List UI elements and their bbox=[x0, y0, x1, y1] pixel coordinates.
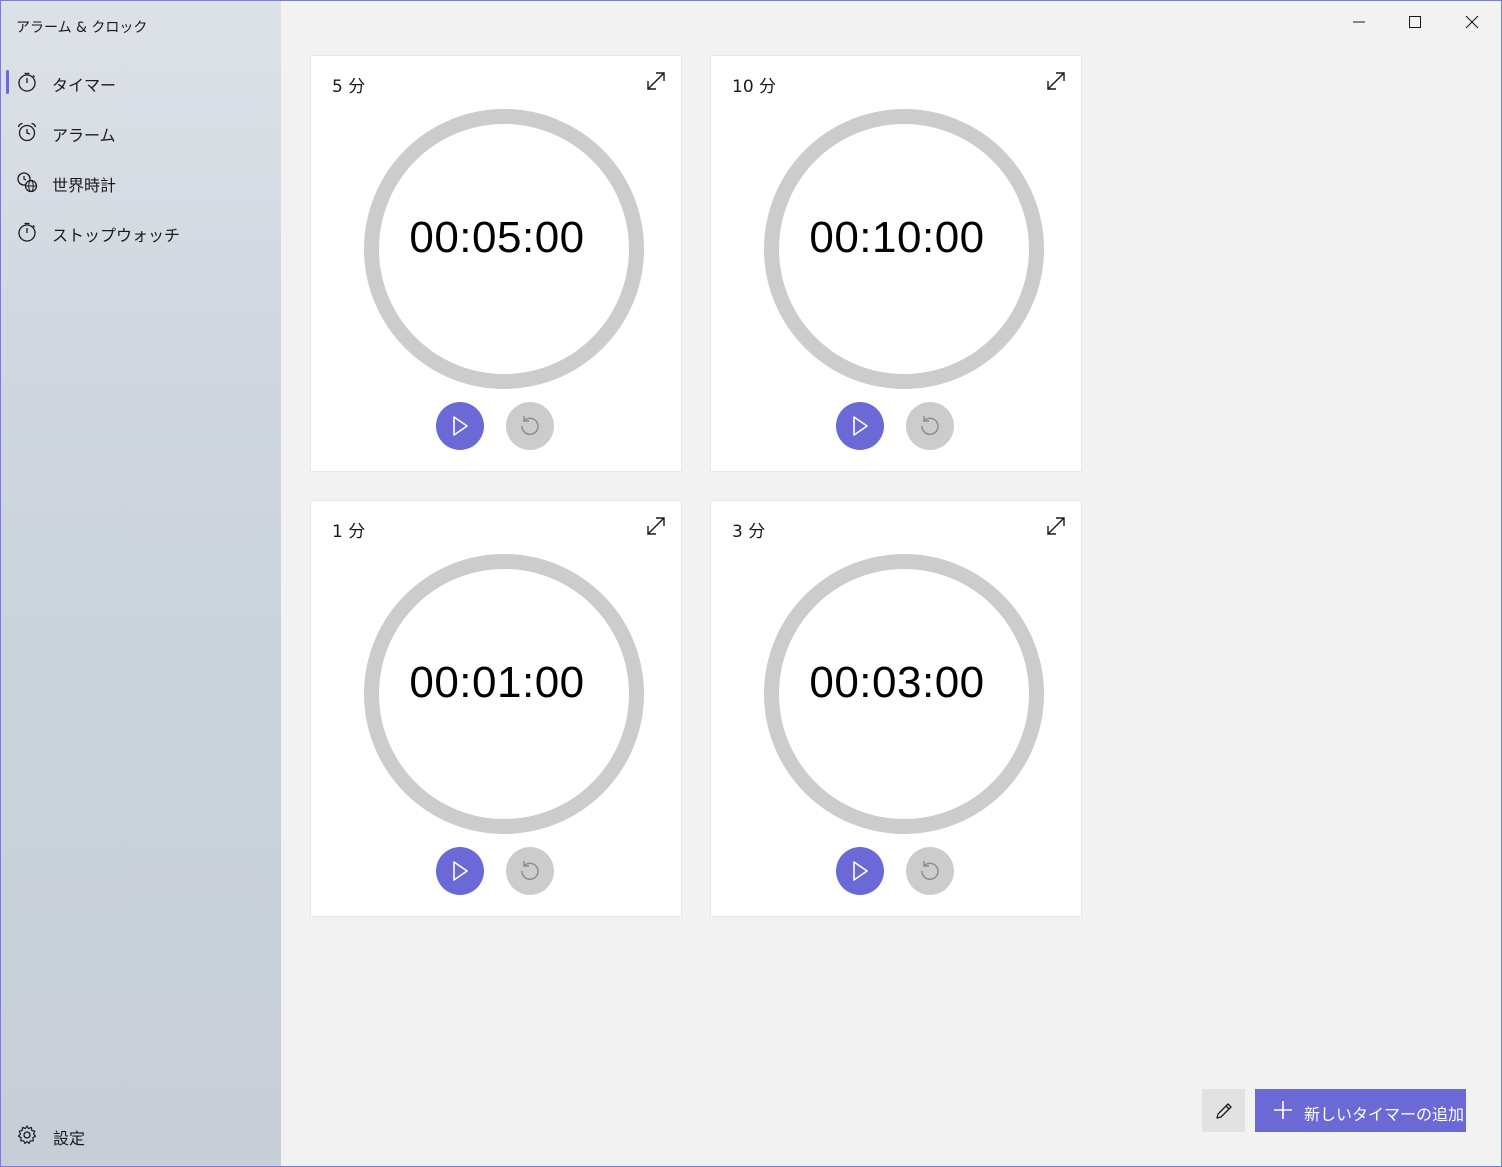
timer-name: 10 分 bbox=[732, 77, 777, 97]
play-button[interactable] bbox=[436, 847, 484, 895]
sidebar-item-label: アラーム bbox=[52, 126, 116, 145]
settings-label: 設定 bbox=[53, 1129, 86, 1148]
play-icon bbox=[453, 861, 468, 881]
timer-name: 3 分 bbox=[732, 522, 766, 542]
settings-button[interactable]: 設定 bbox=[1, 1120, 281, 1150]
gear-icon bbox=[17, 1125, 37, 1145]
expand-icon[interactable] bbox=[643, 68, 669, 94]
reset-button[interactable] bbox=[506, 402, 554, 450]
add-timer-label: 新しいタイマーの追加 bbox=[1304, 1105, 1465, 1124]
play-icon bbox=[453, 416, 468, 436]
expand-icon[interactable] bbox=[1043, 513, 1069, 539]
close-button[interactable] bbox=[1444, 1, 1500, 43]
play-button[interactable] bbox=[836, 847, 884, 895]
app-window: アラーム & クロック タイマー アラーム 世界時計 ストップウォッチ 設定 5… bbox=[0, 0, 1502, 1167]
reset-icon bbox=[921, 416, 939, 435]
add-timer-button[interactable]: 新しいタイマーの追加 bbox=[1255, 1089, 1466, 1132]
timer-card[interactable]: 1 分 00:01:00 bbox=[311, 501, 681, 916]
timer-time: 00:10:00 bbox=[809, 213, 985, 262]
minimize-button[interactable] bbox=[1331, 1, 1387, 43]
reset-button[interactable] bbox=[906, 402, 954, 450]
pencil-icon bbox=[1215, 1102, 1232, 1119]
timer-card[interactable]: 5 分 00:05:00 bbox=[311, 56, 681, 471]
expand-icon[interactable] bbox=[1043, 68, 1069, 94]
sidebar-item-world-clock[interactable]: 世界時計 bbox=[1, 162, 281, 202]
sidebar-item-timer[interactable]: タイマー bbox=[1, 62, 281, 102]
timer-time: 00:03:00 bbox=[809, 658, 985, 707]
reset-icon bbox=[521, 861, 539, 880]
plus-icon bbox=[1274, 1101, 1292, 1119]
sidebar-item-label: タイマー bbox=[52, 76, 117, 95]
play-button[interactable] bbox=[436, 402, 484, 450]
reset-icon bbox=[921, 861, 939, 880]
stopwatch-icon bbox=[18, 222, 36, 242]
timer-time: 00:01:00 bbox=[409, 658, 585, 707]
sidebar-item-alarm[interactable]: アラーム bbox=[1, 112, 281, 152]
timer-card[interactable]: 3 分 00:03:00 bbox=[711, 501, 1081, 916]
edit-timers-button[interactable] bbox=[1202, 1089, 1245, 1132]
timer-icon bbox=[18, 72, 36, 92]
reset-button[interactable] bbox=[906, 847, 954, 895]
play-icon bbox=[853, 861, 868, 881]
maximize-icon bbox=[1409, 16, 1421, 28]
app-title: アラーム & クロック bbox=[16, 20, 148, 36]
sidebar-item-label: ストップウォッチ bbox=[52, 226, 181, 245]
timer-time: 00:05:00 bbox=[409, 213, 585, 262]
close-icon bbox=[1465, 15, 1479, 29]
timer-name: 5 分 bbox=[332, 77, 366, 97]
maximize-button[interactable] bbox=[1387, 1, 1443, 43]
alarm-icon bbox=[17, 122, 37, 142]
timer-name: 1 分 bbox=[332, 522, 366, 542]
sidebar: アラーム & クロック タイマー アラーム 世界時計 ストップウォッチ 設定 bbox=[1, 1, 281, 1166]
play-button[interactable] bbox=[836, 402, 884, 450]
sidebar-item-stopwatch[interactable]: ストップウォッチ bbox=[1, 212, 281, 252]
expand-icon[interactable] bbox=[643, 513, 669, 539]
world-clock-icon bbox=[17, 172, 38, 193]
reset-icon bbox=[521, 416, 539, 435]
play-icon bbox=[853, 416, 868, 436]
timer-card[interactable]: 10 分 00:10:00 bbox=[711, 56, 1081, 471]
sidebar-item-label: 世界時計 bbox=[52, 176, 117, 195]
reset-button[interactable] bbox=[506, 847, 554, 895]
minimize-icon bbox=[1353, 21, 1365, 23]
selection-indicator bbox=[6, 70, 9, 94]
